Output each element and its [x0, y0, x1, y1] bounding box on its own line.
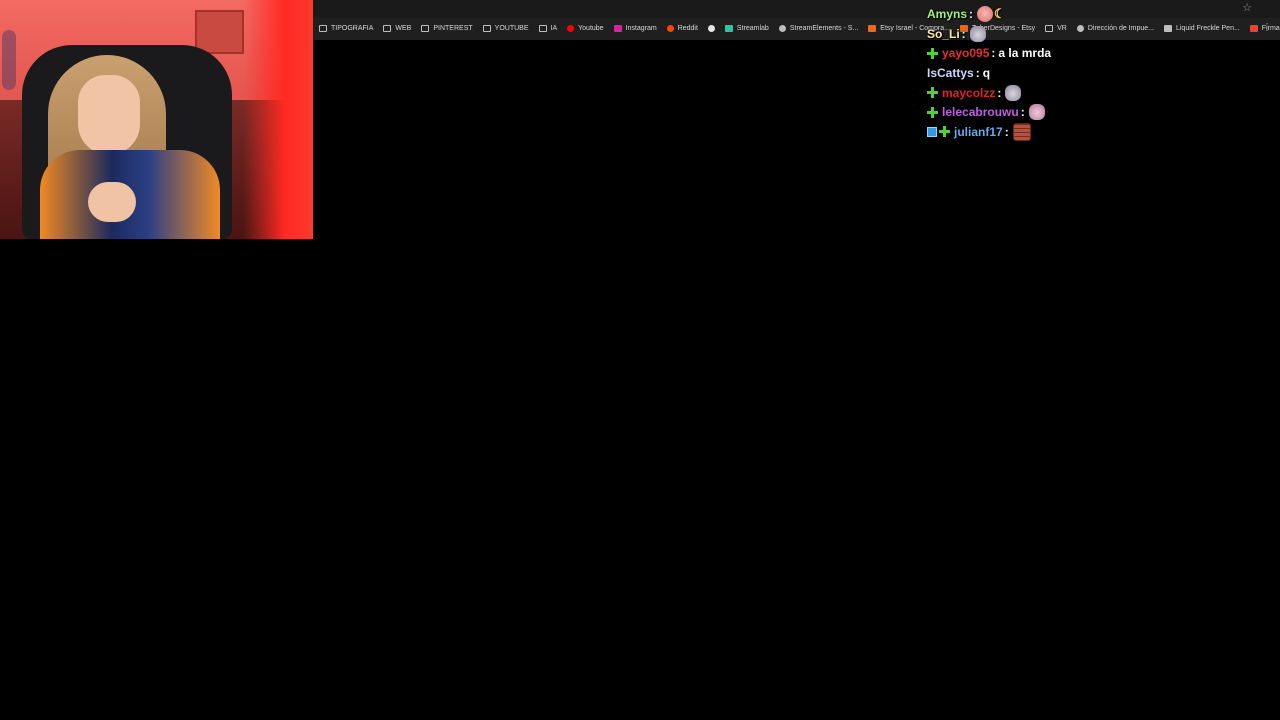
chat-username[interactable]: So_Li — [927, 27, 960, 41]
chat-separator: : — [975, 65, 980, 80]
folder-icon — [482, 24, 491, 32]
chat-separator: : — [1020, 105, 1025, 120]
chat-separator: : — [991, 46, 996, 61]
stream-screen: ☆ ⋮ TIPOGRAFIA WEB PINTEREST YOUTUBE IA Youtu… — [0, 0, 1280, 720]
chat-username[interactable]: Amyns — [927, 7, 967, 21]
chat-message: Amyns: ☾ — [927, 4, 1227, 24]
bricks-emote — [1012, 122, 1031, 141]
chat-separator: : — [1004, 124, 1009, 139]
folder-icon — [538, 24, 547, 32]
chat-message: IsCattys: q — [927, 63, 1227, 83]
chat-username[interactable]: maycolzz — [942, 86, 995, 100]
youtube-icon — [567, 24, 575, 32]
chat-text: q — [982, 65, 991, 80]
bookmark-label: Youtube — [578, 24, 604, 32]
chat-text: a la mrda — [998, 46, 1052, 61]
streamelements-icon — [778, 24, 786, 32]
chat-username[interactable]: IsCattys — [927, 66, 974, 80]
bookmark-item[interactable]: WEB — [378, 20, 416, 36]
bookmark-label: WEB — [395, 24, 412, 32]
bookmark-label: Streamlab — [736, 24, 769, 32]
bookmark-item[interactable]: IA — [534, 20, 563, 36]
bookmark-item[interactable]: Youtube — [562, 20, 608, 36]
plus-badge[interactable] — [927, 47, 938, 59]
chat-separator: : — [997, 85, 1002, 100]
bookmark-label: YOUTUBE — [494, 24, 529, 32]
bookmark-label: PINTEREST — [433, 24, 473, 32]
bookmark-item[interactable]: Firma del Certificad... — [1245, 20, 1280, 36]
folder-icon — [421, 24, 430, 32]
bookmark-item[interactable] — [703, 20, 720, 36]
webcam-feed — [0, 0, 313, 239]
streamlabs-icon — [724, 24, 733, 32]
folder-icon — [383, 24, 392, 32]
bookmark-item[interactable]: StreamElements - S... — [774, 20, 863, 36]
bookmark-item[interactable]: YOUTUBE — [478, 20, 534, 36]
chat-overlay: Amyns: ☾ So_Li: yayo095: a la mrda IsCattys: q… — [927, 4, 1227, 142]
chat-username[interactable]: julianf17 — [954, 125, 1003, 139]
chat-separator: : — [969, 6, 974, 21]
bookmark-item[interactable]: Streamlab — [720, 20, 774, 36]
chat-message: yayo095: a la mrda — [927, 43, 1227, 63]
bookmark-label: Firma del Certificad... — [1261, 24, 1280, 32]
prime-badge[interactable] — [927, 126, 937, 137]
mouse-pink-emote — [1028, 104, 1045, 121]
chat-message: maycolzz: — [927, 83, 1227, 103]
mouse-emote — [1005, 84, 1022, 101]
chat-username[interactable]: yayo095 — [942, 46, 989, 60]
bookmark-label: Instagram — [625, 24, 657, 32]
chat-message: julianf17: — [927, 122, 1227, 142]
bookmark-item[interactable]: TIPOGRAFIA — [314, 20, 378, 36]
bookmark-item[interactable]: Reddit — [662, 20, 703, 36]
bookmark-label: StreamElements - S... — [789, 24, 859, 32]
reddit-icon — [666, 24, 674, 32]
bookmark-label: Reddit — [677, 24, 698, 32]
bookmark-item[interactable]: Instagram — [609, 20, 662, 36]
plus-badge[interactable] — [927, 87, 938, 99]
moon-emote: ☾ — [994, 5, 1006, 21]
bookmark-item[interactable]: PINTEREST — [416, 20, 477, 36]
gmail-icon — [1249, 24, 1258, 32]
star-icon[interactable]: ☆ — [1242, 1, 1252, 14]
chat-message: lelecabrouwu: — [927, 102, 1227, 122]
plus-badge[interactable] — [939, 126, 950, 138]
folder-icon — [319, 24, 327, 32]
pig-emote — [977, 5, 994, 22]
etsy-icon — [868, 24, 877, 32]
mouse-emote — [969, 25, 986, 42]
github-icon — [707, 24, 715, 32]
chat-separator: : — [961, 26, 966, 41]
instagram-icon — [613, 24, 622, 32]
bookmark-label: TIPOGRAFIA — [331, 24, 374, 32]
chat-username[interactable]: lelecabrouwu — [942, 105, 1019, 119]
bookmark-label: IA — [550, 24, 558, 32]
plus-badge[interactable] — [927, 106, 938, 118]
chat-message: So_Li: — [927, 24, 1227, 44]
